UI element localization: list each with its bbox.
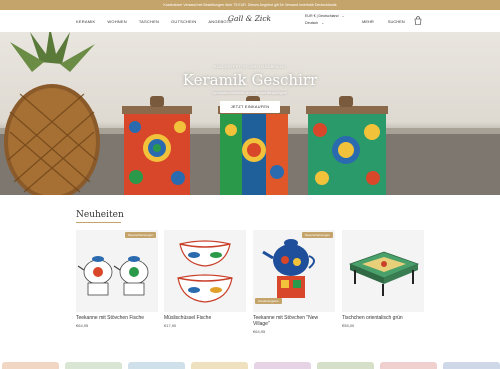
main-nav: KERAMIK WOHNEN TASCHEN GUTSCHEIN ANGEBOT…: [76, 10, 232, 32]
pineapple-illustration: [4, 32, 100, 195]
product-card[interactable]: Neuerscheinungen Teekanne mit Stövchen F…: [76, 230, 158, 340]
locale-selector[interactable]: EUR € | Deutschland ⌄ Deutsch ⌄: [305, 13, 345, 27]
product-card[interactable]: Neuerscheinungen Sonderangebot Teekanne …: [253, 230, 335, 340]
shop-now-button[interactable]: JETZT EINKAUFEN: [219, 101, 281, 113]
product-image[interactable]: Neuerscheinungen: [76, 230, 158, 312]
product-name[interactable]: Teekanne mit Stövchen Fische: [76, 315, 158, 321]
bag-icon[interactable]: [414, 16, 422, 25]
section-divider: [76, 222, 121, 223]
collection-thumbnail[interactable]: [380, 362, 437, 369]
product-name[interactable]: Tischchen orientalisch grün: [342, 315, 424, 321]
announcement-bar: Kostenloser Versand bei Bestellungen übe…: [0, 0, 500, 10]
product-price: €55,00: [342, 323, 355, 328]
hero-image: [0, 32, 500, 195]
more-link[interactable]: MEHR: [362, 19, 374, 24]
collection-thumbnail[interactable]: [2, 362, 59, 369]
collection-thumbnail[interactable]: [317, 362, 374, 369]
product-price: €17,90: [164, 323, 177, 328]
collection-thumbnails-strip: [0, 362, 500, 369]
sale-badge: Sonderangebot: [255, 298, 282, 304]
product-image[interactable]: [164, 230, 246, 312]
currency-select[interactable]: EUR € | Deutschland: [305, 13, 339, 20]
product-price: €64,95: [76, 323, 89, 328]
language-select[interactable]: Deutsch: [305, 20, 318, 27]
nav-item-taschen[interactable]: TASCHEN: [139, 19, 159, 24]
site-header: KERAMIK WOHNEN TASCHEN GUTSCHEIN ANGEBOT…: [0, 10, 500, 32]
nav-item-wohnen[interactable]: WOHNEN: [107, 19, 126, 24]
product-card[interactable]: Tischchen orientalisch grün €55,00: [342, 230, 424, 340]
collection-thumbnail[interactable]: [128, 362, 185, 369]
product-grid: Neuerscheinungen Teekanne mit Stövchen F…: [76, 230, 424, 342]
header-actions: MEHR SUCHEN: [362, 10, 405, 32]
product-image[interactable]: [342, 230, 424, 312]
collection-thumbnail[interactable]: [65, 362, 122, 369]
collection-thumbnail[interactable]: [443, 362, 500, 369]
chevron-down-icon: ⌄: [341, 14, 345, 18]
nav-item-keramik[interactable]: KERAMIK: [76, 19, 95, 24]
hero-kicker: HANDGEFERTIGT UND HANDBEMALT: [213, 65, 287, 69]
chevron-down-icon: ⌄: [321, 21, 325, 25]
product-name[interactable]: Müslischüssel Fische: [164, 315, 246, 321]
section-title: Neuheiten: [76, 210, 124, 220]
hero-title: Keramik Geschirr: [182, 71, 318, 89]
new-badge: Neuerscheinungen: [124, 232, 156, 238]
collection-thumbnail[interactable]: [191, 362, 248, 369]
site-logo[interactable]: Gall & Zick: [228, 14, 271, 23]
hero-banner: HANDGEFERTIGT UND HANDBEMALT Keramik Ges…: [0, 32, 500, 195]
product-name[interactable]: Teekanne mit Stövchen "New Village": [253, 315, 335, 327]
hero-content: HANDGEFERTIGT UND HANDBEMALT Keramik Ges…: [150, 65, 350, 113]
collection-thumbnail[interactable]: [254, 362, 311, 369]
search-link[interactable]: SUCHEN: [388, 19, 405, 24]
nav-item-gutschein[interactable]: GUTSCHEIN: [171, 19, 196, 24]
new-badge: Neuerscheinungen: [301, 232, 333, 238]
product-image[interactable]: Neuerscheinungen Sonderangebot: [253, 230, 335, 312]
hero-subtitle: spülmaschinenfest und mikrowellengeeigne…: [212, 91, 288, 95]
product-price: €64,95: [253, 329, 266, 334]
product-card[interactable]: Müslischüssel Fische €17,90: [164, 230, 246, 340]
